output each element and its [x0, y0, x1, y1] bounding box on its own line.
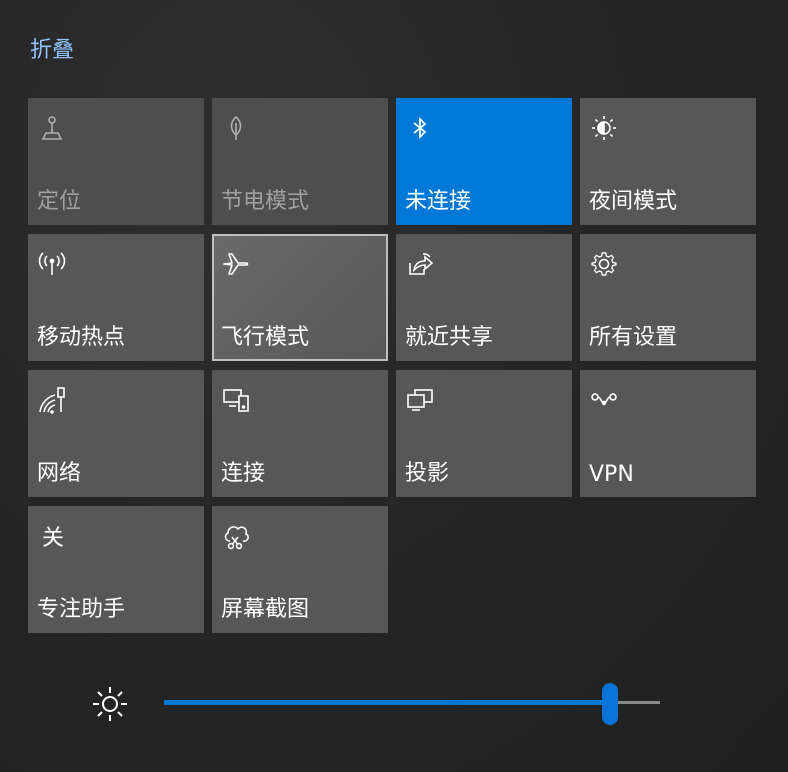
tile-airplane-mode[interactable]: 飞行模式 — [212, 234, 388, 361]
project-icon — [404, 384, 436, 416]
tile-label: 未连接 — [405, 189, 472, 214]
focus-assist-status-text: 关 — [41, 526, 64, 551]
tile-night-light[interactable]: 夜间模式 — [580, 98, 756, 225]
bluetooth-icon — [404, 112, 436, 144]
battery-saver-icon — [220, 112, 252, 144]
tile-label: 飞行模式 — [221, 325, 310, 350]
brightness-slider-fill — [164, 700, 611, 705]
vpn-icon — [588, 384, 620, 416]
tile-label: 连接 — [221, 461, 266, 486]
screen-snip-icon — [220, 520, 252, 552]
tile-bluetooth[interactable]: 未连接 — [396, 98, 572, 225]
tile-label: 就近共享 — [405, 325, 494, 350]
tile-vpn[interactable]: VPN — [580, 370, 756, 497]
tile-label: 移动热点 — [37, 325, 126, 350]
gear-icon — [588, 248, 620, 280]
tile-label: 屏幕截图 — [221, 597, 310, 622]
quick-actions-grid: 定位 节电模式 未连接 夜间模式 移动热点 飞行模式 就近共享 所有设置 网络 … — [0, 0, 788, 640]
tile-label: VPN — [589, 462, 634, 487]
night-light-icon — [588, 112, 620, 144]
location-icon — [36, 112, 68, 144]
network-icon — [36, 384, 68, 416]
tile-battery-saver[interactable]: 节电模式 — [212, 98, 388, 225]
tile-connect[interactable]: 连接 — [212, 370, 388, 497]
airplane-icon — [220, 248, 252, 280]
mobile-hotspot-icon — [36, 248, 68, 280]
tile-nearby-sharing[interactable]: 就近共享 — [396, 234, 572, 361]
tile-project[interactable]: 投影 — [396, 370, 572, 497]
brightness-icon — [90, 684, 130, 724]
tile-network[interactable]: 网络 — [28, 370, 204, 497]
tile-location[interactable]: 定位 — [28, 98, 204, 225]
tile-all-settings[interactable]: 所有设置 — [580, 234, 756, 361]
brightness-slider-thumb[interactable] — [602, 683, 619, 725]
tile-focus-assist[interactable]: 关 专注助手 — [28, 506, 204, 633]
tile-label: 定位 — [37, 189, 82, 214]
tile-label: 夜间模式 — [589, 189, 678, 214]
tile-screen-snip[interactable]: 屏幕截图 — [212, 506, 388, 633]
nearby-sharing-icon — [404, 248, 436, 280]
tile-label: 所有设置 — [589, 325, 678, 350]
tile-label: 网络 — [37, 461, 82, 486]
connect-icon — [220, 384, 252, 416]
tile-label: 专注助手 — [37, 597, 126, 622]
tile-mobile-hotspot[interactable]: 移动热点 — [28, 234, 204, 361]
tile-label: 投影 — [405, 461, 450, 486]
tile-label: 节电模式 — [221, 189, 310, 214]
brightness-slider[interactable] — [164, 683, 660, 725]
